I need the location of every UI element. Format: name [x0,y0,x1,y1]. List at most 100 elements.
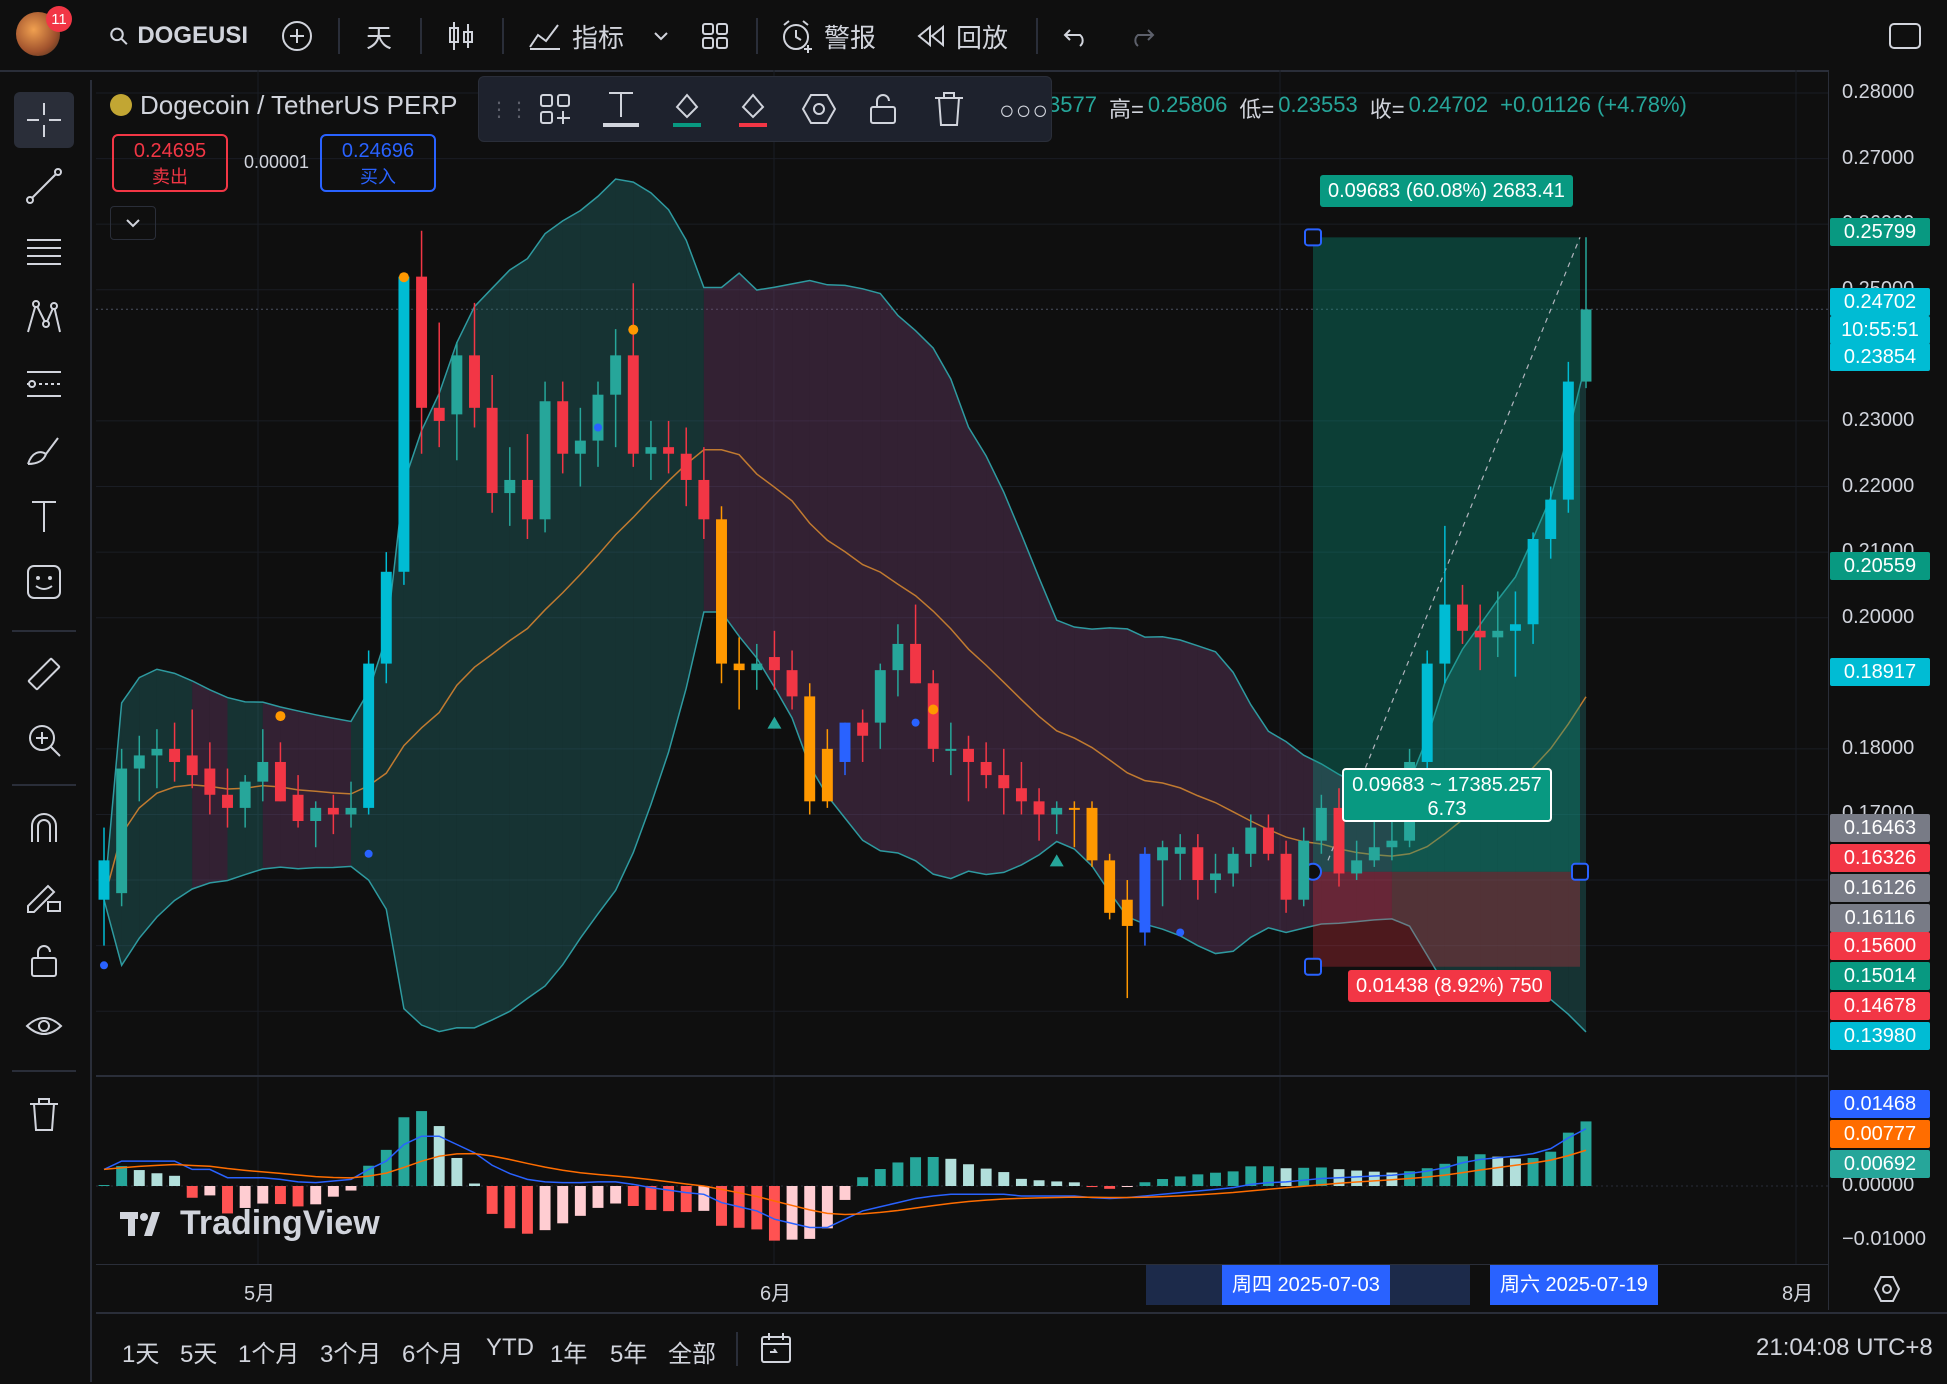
candle-body [539,401,551,520]
fib-tool[interactable] [14,224,74,280]
tradingview-wordmark: TradingView [180,1204,380,1242]
chart-type-button[interactable] [446,14,476,58]
zoom-tool[interactable] [14,712,74,768]
macd-histogram-bar [574,1186,586,1216]
redo-button[interactable] [1128,14,1156,58]
legend-collapse-button[interactable] [110,206,156,240]
macd-histogram-bar [627,1186,639,1206]
candle-body [716,519,727,664]
macd-histogram-bar [1333,1169,1345,1186]
fill-color-icon[interactable] [669,87,705,131]
candle-body [1580,309,1592,382]
candle-body [1509,624,1521,631]
candle-body [1368,847,1380,861]
replay-button[interactable]: 回放 [916,14,1008,58]
sell-button[interactable]: 0.24695 卖出 [112,134,228,192]
price-axis[interactable] [1828,70,1947,1310]
indicators-dropdown[interactable] [652,14,670,58]
undo-button[interactable] [1062,14,1090,58]
candle-body [1051,807,1063,815]
macd-histogram-bar [1262,1166,1274,1186]
symbol-search-button[interactable]: DOGEUSI [108,14,248,58]
more-icon[interactable]: ○○○ [999,95,1049,126]
stop-fill-color-icon[interactable] [735,87,771,131]
range-all[interactable]: 全部 [668,1334,716,1369]
buy-label: 买入 [360,167,396,187]
band-fill [598,179,616,914]
range-5y[interactable]: 5年 [610,1334,647,1369]
range-3m[interactable]: 3个月 [320,1334,381,1369]
delete-icon[interactable] [931,89,967,129]
indicators-button[interactable]: 指标 [528,14,624,58]
compare-button[interactable] [280,14,314,58]
candle-body [504,479,516,494]
brush-tool[interactable] [14,422,74,478]
band-fill [1215,651,1234,954]
candle-body [222,794,233,808]
take-profit-label: 0.09683 (60.08%) 2683.41 [1320,175,1573,207]
stay-in-drawing-mode[interactable] [14,866,74,922]
band-fill [174,673,193,901]
band-fill [633,182,651,853]
candle-body [874,670,886,723]
macd-histogram-bar [204,1186,216,1196]
hide-drawings[interactable] [14,998,74,1054]
layout-button[interactable] [1888,14,1922,58]
band-fill [650,192,669,805]
band-fill [933,348,951,879]
alarm-clock-icon [783,20,812,53]
macd-histogram-bar [451,1157,463,1186]
range-1m[interactable]: 1个月 [238,1334,299,1369]
text-tool[interactable] [14,488,74,544]
macd-histogram-bar [1457,1156,1468,1186]
templates-button[interactable] [700,14,730,58]
band-fill [686,240,704,689]
candle-body [1298,840,1310,900]
lock-icon[interactable] [865,91,901,127]
macd-histogram-bar [1086,1186,1098,1188]
range-ytd[interactable]: YTD [486,1334,534,1362]
measure-tool[interactable] [14,646,74,702]
band-fill [315,714,334,868]
macd-histogram-bar [768,1186,780,1241]
pattern-tool[interactable] [14,290,74,346]
trend-line-tool[interactable] [14,158,74,214]
go-to-date-button[interactable] [758,1330,794,1371]
range-1y[interactable]: 1年 [550,1334,587,1369]
settings-hexagon-icon[interactable] [801,91,837,127]
gear-icon [1873,1276,1901,1302]
replay-label: 回放 [956,22,1009,53]
candle-body [116,768,128,894]
range-6m[interactable]: 6个月 [402,1334,463,1369]
band-fill [1056,620,1075,850]
alerts-button[interactable]: 警报 [780,14,876,58]
macd-histogram-bar [663,1186,675,1212]
position-qty-line: 0.09683 ~ 17385.257 [1352,774,1542,796]
price-chart[interactable] [0,0,1947,1382]
candle-body [1104,860,1116,913]
candle-body [1121,899,1133,926]
macd-histogram-bar [821,1186,833,1229]
candle-body [1545,499,1557,539]
candle-body [592,394,604,441]
remove-drawings[interactable] [14,1086,74,1142]
buy-button[interactable]: 0.24696 买入 [320,134,436,192]
chart-settings-button[interactable] [1872,1274,1902,1309]
pencil-lock-icon [27,884,61,913]
add-template-icon[interactable] [537,91,573,127]
interval-button[interactable]: 天 [366,14,392,58]
candle-body [398,276,410,572]
range-5d[interactable]: 5天 [180,1334,217,1369]
crosshair-tool[interactable] [14,92,74,148]
range-1d[interactable]: 1天 [122,1334,159,1369]
drag-handle[interactable]: ⋮⋮ [489,97,529,122]
text-style-icon[interactable] [601,87,641,131]
magnet-tool[interactable] [14,800,74,856]
crosshair-icon [27,103,61,137]
emoji-tool[interactable] [14,554,74,610]
macd-histogram-bar [345,1186,357,1191]
lock-drawings[interactable] [14,932,74,988]
forecast-tool[interactable] [14,356,74,412]
time-axis[interactable]: 5月 6月 8月 周四 2025-07-03 周六 2025-07-19 [96,1264,1828,1313]
macd-histogram-bar [257,1186,269,1204]
